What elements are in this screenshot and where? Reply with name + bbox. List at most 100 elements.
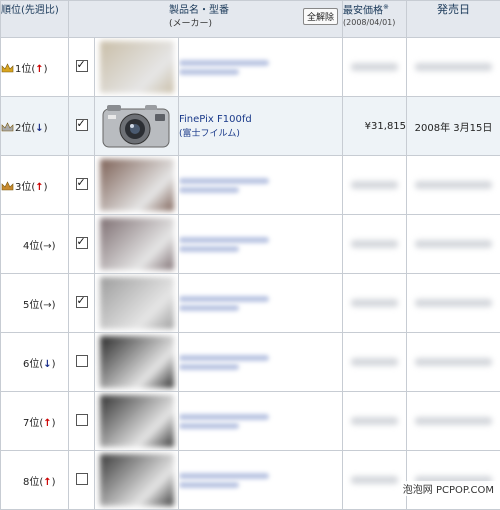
- rank-label: 4位: [23, 241, 39, 252]
- blurred-product-name[interactable]: [179, 473, 269, 479]
- blurred-release-date: [415, 299, 492, 307]
- lowest-price: ¥31,815: [365, 121, 406, 132]
- price-cell: [343, 392, 407, 451]
- blurred-product-image[interactable]: [100, 159, 174, 211]
- rank-cell: 3位(↑): [1, 156, 69, 215]
- table-row: 2位(↓) FinePix F100fd(富士フイルム) ¥31,8152008年 …: [1, 97, 500, 156]
- blurred-product-image[interactable]: [100, 395, 174, 447]
- product-photo-cell: [95, 451, 179, 510]
- blurred-product-name[interactable]: [179, 296, 269, 302]
- blurred-product-name[interactable]: [179, 69, 239, 75]
- table-row: 3位(↑): [1, 156, 500, 215]
- compare-checkbox[interactable]: [76, 237, 88, 249]
- compare-checkbox[interactable]: [76, 296, 88, 308]
- blurred-release-date: [415, 358, 492, 366]
- blurred-product-image[interactable]: [100, 336, 174, 388]
- blurred-product-name[interactable]: [179, 414, 269, 420]
- trend-up-icon: ↑: [43, 477, 51, 488]
- trend-flat-icon: →: [43, 241, 51, 252]
- product-column-header: 製品名・型番 (メーカー) 全解除: [69, 1, 343, 38]
- table-row: 4位(→): [1, 215, 500, 274]
- release-date-cell: [407, 215, 500, 274]
- rank-cell: 7位(↑): [1, 392, 69, 451]
- blurred-product-name[interactable]: [179, 187, 239, 193]
- camera-image[interactable]: [99, 100, 175, 152]
- product-name-link[interactable]: FinePix F100fd: [179, 113, 342, 126]
- release-date-cell: [407, 156, 500, 215]
- compare-checkbox[interactable]: [76, 473, 88, 485]
- rank-label: 5位: [23, 300, 39, 311]
- ranking-table: 順位(先週比) 製品名・型番 (メーカー) 全解除 最安価格※ (2008/04…: [0, 0, 500, 510]
- blurred-product-image[interactable]: [100, 218, 174, 270]
- compare-checkbox[interactable]: [76, 119, 88, 131]
- trend-up-icon: ↑: [43, 418, 51, 429]
- product-name-cell: [179, 215, 343, 274]
- table-row: 6位(↓): [1, 333, 500, 392]
- compare-checkbox-cell: [69, 215, 95, 274]
- price-note-mark: ※: [383, 3, 389, 11]
- release-date-cell: 2008年 3月15日: [407, 97, 500, 156]
- product-name-cell: [179, 274, 343, 333]
- rank-label: 2位: [15, 123, 31, 134]
- compare-checkbox[interactable]: [76, 414, 88, 426]
- maker-header-label: (メーカー): [69, 16, 342, 29]
- compare-checkbox[interactable]: [76, 60, 88, 72]
- product-name-cell: [179, 333, 343, 392]
- rank-cell: 5位(→): [1, 274, 69, 333]
- silver-crown-icon: [1, 122, 14, 132]
- blurred-product-name[interactable]: [179, 237, 269, 243]
- blurred-product-image[interactable]: [100, 454, 174, 506]
- compare-checkbox[interactable]: [76, 178, 88, 190]
- compare-checkbox-cell: [69, 156, 95, 215]
- blurred-price: [351, 181, 398, 189]
- blurred-product-name[interactable]: [179, 178, 269, 184]
- blurred-release-date: [415, 240, 492, 248]
- rank-cell: 2位(↓): [1, 97, 69, 156]
- blurred-release-date: [415, 417, 492, 425]
- product-photo-cell: [95, 156, 179, 215]
- release-date-cell: [407, 392, 500, 451]
- blurred-product-name[interactable]: [179, 305, 239, 311]
- compare-checkbox[interactable]: [76, 355, 88, 367]
- price-header-date: (2008/04/01): [343, 18, 395, 27]
- release-date-cell: [407, 38, 500, 97]
- rank-cell: 4位(→): [1, 215, 69, 274]
- price-cell: [343, 333, 407, 392]
- rank-cell: 6位(↓): [1, 333, 69, 392]
- blurred-product-name[interactable]: [179, 246, 239, 252]
- product-photo-cell: [95, 392, 179, 451]
- price-column-header: 最安価格※ (2008/04/01): [343, 1, 407, 38]
- blurred-product-name[interactable]: [179, 482, 239, 488]
- rank-label: 6位: [23, 359, 39, 370]
- rank-label: 3位: [15, 182, 31, 193]
- blurred-product-name[interactable]: [179, 355, 269, 361]
- gold-crown-icon: [1, 63, 14, 73]
- price-cell: [343, 38, 407, 97]
- blurred-product-image[interactable]: [100, 277, 174, 329]
- price-cell: [343, 215, 407, 274]
- bronze-crown-icon: [1, 181, 14, 191]
- maker-link[interactable]: (富士フイルム): [179, 126, 342, 139]
- blurred-price: [351, 358, 398, 366]
- rank-label: 1位: [15, 64, 31, 75]
- table-row: 1位(↑): [1, 38, 500, 97]
- compare-checkbox-cell: [69, 451, 95, 510]
- trend-flat-icon: →: [43, 300, 51, 311]
- table-header-row: 順位(先週比) 製品名・型番 (メーカー) 全解除 最安価格※ (2008/04…: [1, 1, 500, 38]
- price-cell: [343, 156, 407, 215]
- trend-down-icon: ↓: [43, 359, 51, 370]
- price-header-label: 最安価格: [343, 5, 383, 16]
- blurred-product-name[interactable]: [179, 60, 269, 66]
- clear-all-button[interactable]: 全解除: [303, 8, 338, 25]
- product-name-cell: [179, 451, 343, 510]
- blurred-product-name[interactable]: [179, 423, 239, 429]
- blurred-product-image[interactable]: [100, 41, 174, 93]
- blurred-price: [351, 63, 398, 71]
- rank-cell: 8位(↑): [1, 451, 69, 510]
- blurred-price: [351, 299, 398, 307]
- product-name-cell: [179, 38, 343, 97]
- release-date-cell: [407, 451, 500, 510]
- blurred-price: [351, 240, 398, 248]
- compare-checkbox-cell: [69, 97, 95, 156]
- blurred-product-name[interactable]: [179, 364, 239, 370]
